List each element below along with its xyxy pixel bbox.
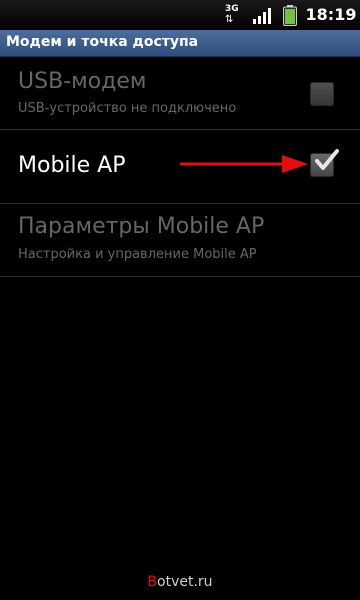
signal-strength-icon bbox=[253, 8, 271, 24]
checkmark-icon bbox=[315, 149, 339, 170]
pref-usb-modem[interactable]: USB-модем USB-устройство не подключено bbox=[0, 57, 360, 129]
watermark: Botvet.ru bbox=[0, 574, 360, 590]
red-arrow-annotation bbox=[180, 155, 308, 173]
pref-mobile-ap-title: Mobile AP bbox=[18, 153, 126, 178]
data-activity-arrows-icon: ⇅ bbox=[225, 14, 234, 25]
pref-usb-modem-title: USB-модем bbox=[18, 69, 147, 94]
usb-modem-checkbox[interactable] bbox=[310, 82, 334, 106]
mobile-ap-checkbox[interactable] bbox=[310, 149, 339, 177]
title-bar: Модем и точка доступа bbox=[0, 30, 360, 57]
clock: 18:19 bbox=[305, 5, 357, 24]
status-bar: 3G ⇅ 18:19 bbox=[0, 0, 360, 30]
pref-usb-modem-summary: USB-устройство не подключено bbox=[18, 101, 237, 116]
network-3g-icon: 3G ⇅ bbox=[222, 3, 244, 27]
divider bbox=[0, 276, 360, 277]
watermark-prefix: B bbox=[147, 574, 158, 590]
network-type-label: 3G bbox=[225, 4, 239, 14]
pref-mobile-ap-settings[interactable]: Параметры Mobile AP Настройка и управлен… bbox=[0, 204, 360, 276]
page-title: Модем и точка доступа bbox=[6, 34, 199, 50]
battery-icon bbox=[283, 5, 297, 26]
pref-mobile-ap-settings-title: Параметры Mobile AP bbox=[18, 214, 265, 239]
pref-mobile-ap-settings-summary: Настройка и управление Mobile AP bbox=[18, 247, 257, 262]
watermark-rest: otvet.ru bbox=[157, 574, 213, 590]
